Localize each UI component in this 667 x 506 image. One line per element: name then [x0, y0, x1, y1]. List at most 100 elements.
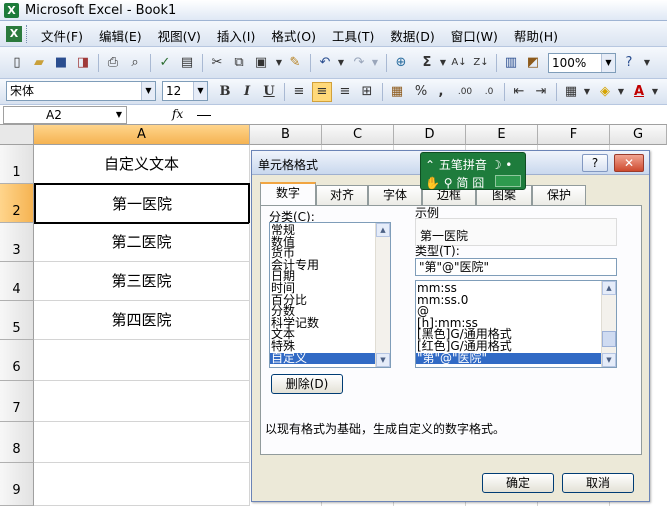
align-center-icon[interactable]: ≡: [312, 82, 332, 102]
row-header[interactable]: 7: [0, 381, 34, 422]
paste-icon[interactable]: ▣: [252, 54, 270, 72]
ok-button[interactable]: 确定: [482, 473, 554, 493]
ime-menu-icon[interactable]: ⌃: [425, 158, 439, 172]
research-icon[interactable]: ▤: [178, 54, 196, 72]
hyperlink-icon[interactable]: ⊕: [392, 54, 410, 72]
cell-a3[interactable]: 第二医院: [34, 223, 250, 262]
select-all-corner[interactable]: [0, 125, 34, 145]
type-list[interactable]: mm:ss mm:ss.0 @ [h]:mm:ss [黑色]G/通用格式 [红色…: [415, 280, 617, 368]
column-header[interactable]: F: [538, 125, 610, 145]
sort-descending-icon[interactable]: Z↓: [472, 54, 490, 72]
drawing-icon[interactable]: ◩: [524, 54, 542, 72]
cell-a9[interactable]: [34, 463, 250, 506]
menu-format[interactable]: 格式(O): [263, 26, 324, 45]
menu-window[interactable]: 窗口(W): [443, 26, 506, 45]
menu-grip[interactable]: [26, 25, 28, 43]
cut-icon[interactable]: ✂: [208, 54, 226, 72]
cell-a6[interactable]: [34, 340, 250, 381]
cell-a5[interactable]: 第四医院: [34, 301, 250, 340]
align-left-icon[interactable]: ≡: [290, 83, 308, 101]
chevron-down-icon[interactable]: ▼: [141, 82, 155, 100]
list-item-selected[interactable]: "第"@"医院": [416, 352, 616, 365]
row-header[interactable]: 9: [0, 463, 34, 506]
fill-color-dropdown-icon[interactable]: ▼: [612, 83, 630, 101]
chevron-down-icon[interactable]: ▼: [113, 108, 125, 122]
hand-icon[interactable]: ✋: [425, 176, 444, 190]
workbook-icon[interactable]: X: [6, 26, 22, 42]
column-header[interactable]: C: [322, 125, 394, 145]
menu-tools[interactable]: 工具(T): [324, 26, 382, 45]
menu-edit[interactable]: 编辑(E): [91, 26, 150, 45]
type-input[interactable]: "第"@"医院": [415, 258, 617, 276]
decrease-indent-icon[interactable]: ⇤: [510, 83, 528, 101]
zoom-combo[interactable]: 100% ▼: [548, 53, 616, 73]
scroll-down-icon[interactable]: ▼: [376, 353, 390, 367]
ime-tools[interactable]: ✋ ⚲ 简 囧: [425, 174, 484, 191]
percent-button[interactable]: %: [412, 83, 430, 101]
increase-indent-icon[interactable]: ⇥: [532, 83, 550, 101]
row-header[interactable]: 8: [0, 422, 34, 463]
chevron-down-icon[interactable]: ▼: [193, 82, 207, 100]
row-header[interactable]: 1: [0, 145, 34, 184]
column-header[interactable]: D: [394, 125, 466, 145]
delete-button[interactable]: 删除(D): [271, 374, 343, 394]
category-scrollbar[interactable]: ▲ ▼: [375, 223, 390, 367]
category-list[interactable]: 常规 数值 货币 会计专用 日期 时间 百分比 分数 科学记数 文本 特殊 自定…: [269, 222, 391, 368]
increase-decimal-icon[interactable]: .00: [456, 83, 474, 101]
new-icon[interactable]: ▯: [8, 54, 26, 72]
permission-icon[interactable]: ◨: [74, 54, 92, 72]
column-header[interactable]: A: [34, 125, 250, 145]
name-box[interactable]: A2 ▼: [3, 106, 127, 124]
row-header[interactable]: 4: [0, 262, 34, 301]
decrease-decimal-icon[interactable]: .0: [480, 83, 498, 101]
list-item-selected[interactable]: 自定义: [270, 352, 390, 365]
copy-icon[interactable]: ⧉: [230, 54, 248, 72]
print-preview-icon[interactable]: ⌕: [126, 54, 144, 72]
help-button[interactable]: ?: [582, 154, 608, 172]
menu-view[interactable]: 视图(V): [150, 26, 209, 45]
print-icon[interactable]: ⎙: [104, 54, 122, 72]
chevron-down-icon[interactable]: ▼: [601, 54, 615, 72]
sort-ascending-icon[interactable]: A↓: [450, 54, 468, 72]
menu-data[interactable]: 数据(D): [382, 26, 442, 45]
row-header[interactable]: 2: [0, 184, 34, 223]
font-combo[interactable]: 宋体 ▼: [6, 81, 156, 101]
align-right-icon[interactable]: ≡: [336, 83, 354, 101]
type-scrollbar[interactable]: ▲ ▼: [601, 281, 616, 367]
scroll-up-icon[interactable]: ▲: [376, 223, 390, 237]
column-header[interactable]: E: [466, 125, 538, 145]
cell-a7[interactable]: [34, 381, 250, 422]
currency-icon[interactable]: ▦: [388, 83, 406, 101]
scroll-down-icon[interactable]: ▼: [602, 353, 616, 367]
underline-button[interactable]: U: [260, 83, 278, 101]
row-header[interactable]: 6: [0, 340, 34, 381]
tab-alignment[interactable]: 对齐: [316, 185, 368, 205]
row-header[interactable]: 3: [0, 223, 34, 262]
borders-dropdown-icon[interactable]: ▼: [578, 83, 596, 101]
ime-mode[interactable]: ⌃ 五笔拼音 ☽ •: [425, 156, 512, 173]
format-painter-icon[interactable]: ✎: [286, 54, 304, 72]
menu-help[interactable]: 帮助(H): [506, 26, 566, 45]
menu-insert[interactable]: 插入(I): [209, 26, 263, 45]
tab-font[interactable]: 字体: [368, 185, 422, 205]
cell-a2[interactable]: 第一医院: [34, 183, 250, 224]
close-button[interactable]: ✕: [614, 154, 644, 172]
merge-center-icon[interactable]: ⊞: [358, 83, 376, 101]
scroll-up-icon[interactable]: ▲: [602, 281, 616, 295]
scroll-thumb[interactable]: [602, 331, 616, 347]
list-item[interactable]: mm:ss.0: [416, 294, 616, 307]
column-header[interactable]: B: [250, 125, 322, 145]
keyboard-icon[interactable]: [495, 175, 521, 187]
formula-content[interactable]: [197, 115, 211, 116]
cancel-button[interactable]: 取消: [562, 473, 634, 493]
open-icon[interactable]: ▰: [30, 54, 48, 72]
font-color-dropdown-icon[interactable]: ▼: [646, 83, 664, 101]
comma-button[interactable]: ,: [432, 83, 450, 101]
moon-icon[interactable]: ☽ •: [487, 158, 513, 172]
tab-number[interactable]: 数字: [260, 182, 316, 206]
font-size-combo[interactable]: 12 ▼: [162, 81, 208, 101]
cell-a1[interactable]: 自定义文本: [34, 145, 250, 184]
help-icon[interactable]: ?: [620, 54, 638, 72]
menu-file[interactable]: 文件(F): [33, 26, 91, 45]
spelling-icon[interactable]: ✓: [156, 54, 174, 72]
